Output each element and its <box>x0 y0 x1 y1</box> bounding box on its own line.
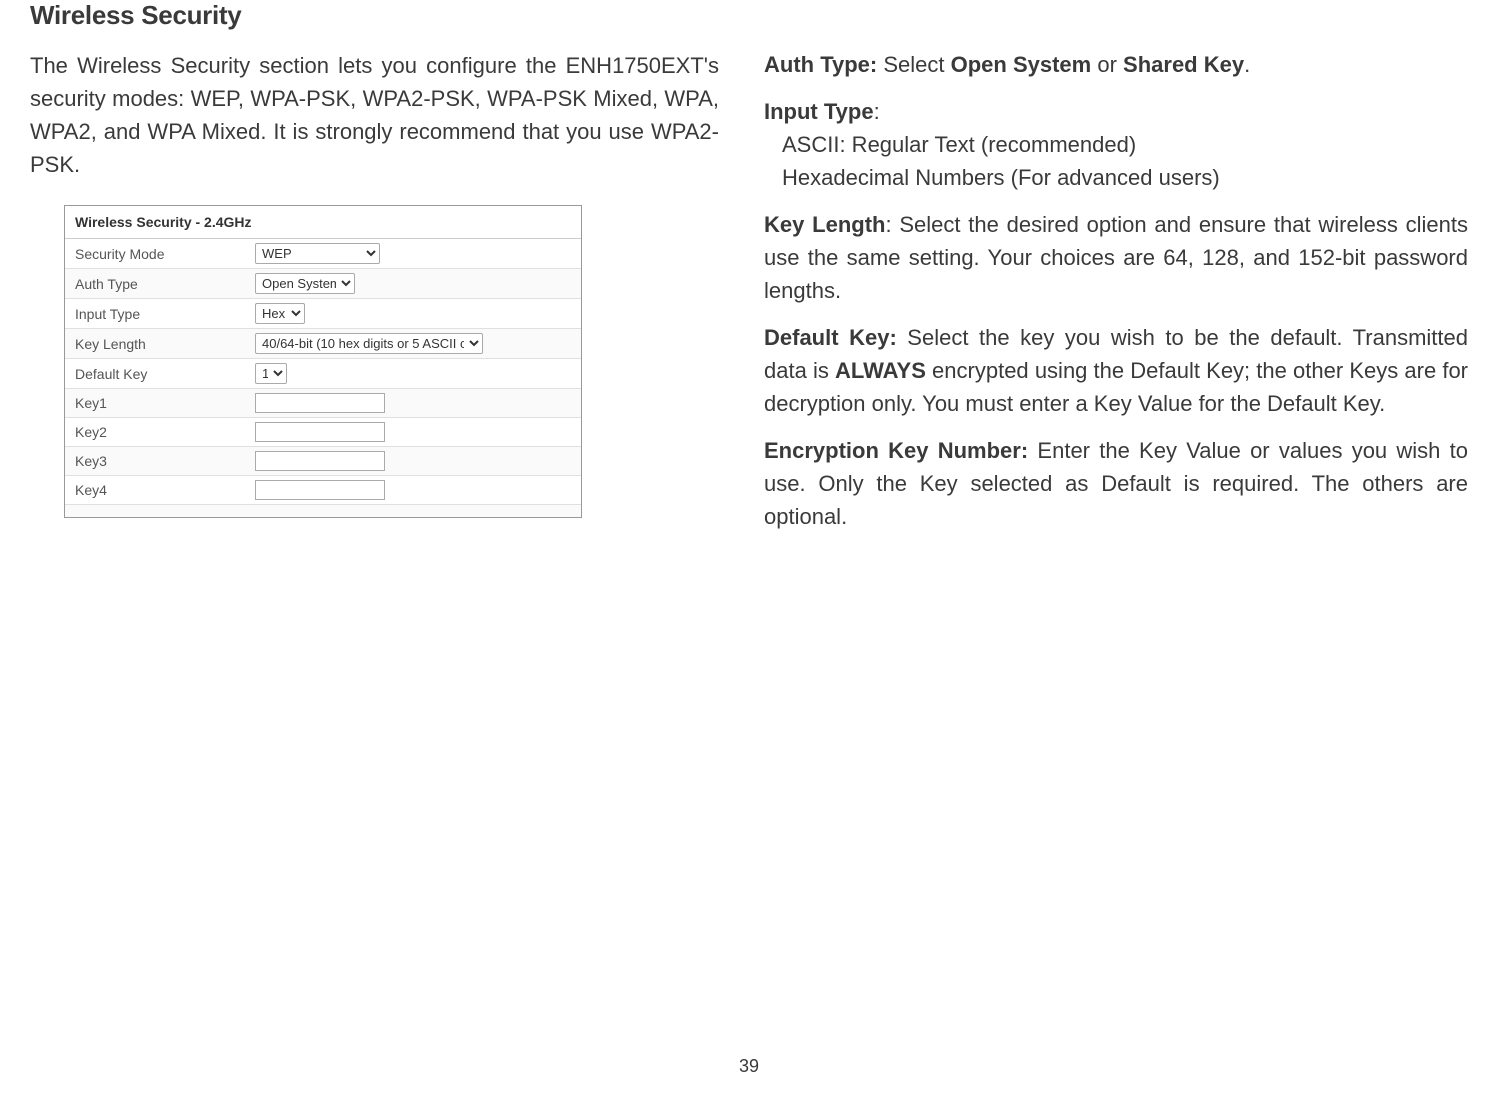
intro-paragraph: The Wireless Security section lets you c… <box>30 49 719 181</box>
key2-row: Key2 <box>65 418 581 447</box>
key-length-paragraph: Key Length: Select the desired option an… <box>764 208 1468 307</box>
key2-label: Key2 <box>75 424 255 440</box>
wireless-security-screenshot: Wireless Security - 2.4GHz Security Mode… <box>64 205 582 518</box>
encryption-key-paragraph: Encryption Key Number: Enter the Key Val… <box>764 434 1468 533</box>
key1-input[interactable] <box>255 393 385 413</box>
input-type-select[interactable]: Hex <box>255 303 305 324</box>
encryption-key-term: Encryption Key Number: <box>764 438 1028 463</box>
key1-row: Key1 <box>65 389 581 418</box>
auth-type-select[interactable]: Open System <box>255 273 355 294</box>
auth-type-row: Auth Type Open System <box>65 269 581 299</box>
auth-type-paragraph: Auth Type: Select Open System or Shared … <box>764 48 1468 81</box>
input-type-hex: Hexadecimal Numbers (For advanced users) <box>764 161 1468 194</box>
auth-type-term: Auth Type: <box>764 52 877 77</box>
key3-input[interactable] <box>255 451 385 471</box>
key4-row: Key4 <box>65 476 581 505</box>
default-key-select[interactable]: 1 <box>255 363 287 384</box>
page-number: 39 <box>739 1056 759 1077</box>
screenshot-title: Wireless Security - 2.4GHz <box>65 206 581 239</box>
default-key-label: Default Key <box>75 366 255 382</box>
key3-row: Key3 <box>65 447 581 476</box>
key3-label: Key3 <box>75 453 255 469</box>
security-mode-label: Security Mode <box>75 246 255 262</box>
key4-input[interactable] <box>255 480 385 500</box>
input-type-ascii: ASCII: Regular Text (recommended) <box>764 128 1468 161</box>
key4-label: Key4 <box>75 482 255 498</box>
input-type-term: Input Type <box>764 99 874 124</box>
security-mode-row: Security Mode WEP <box>65 239 581 269</box>
default-key-paragraph: Default Key: Select the key you wish to … <box>764 321 1468 420</box>
security-mode-select[interactable]: WEP <box>255 243 380 264</box>
key2-input[interactable] <box>255 422 385 442</box>
key-length-select[interactable]: 40/64-bit (10 hex digits or 5 ASCII char… <box>255 333 483 354</box>
default-key-row: Default Key 1 <box>65 359 581 389</box>
input-type-label: Input Type <box>75 306 255 322</box>
input-type-paragraph: Input Type: <box>764 95 1468 128</box>
default-key-term: Default Key: <box>764 325 897 350</box>
input-type-row: Input Type Hex <box>65 299 581 329</box>
auth-type-label: Auth Type <box>75 276 255 292</box>
key1-label: Key1 <box>75 395 255 411</box>
section-heading: Wireless Security <box>30 0 719 31</box>
key-length-row: Key Length 40/64-bit (10 hex digits or 5… <box>65 329 581 359</box>
key-length-label: Key Length <box>75 336 255 352</box>
key-length-term: Key Length <box>764 212 885 237</box>
